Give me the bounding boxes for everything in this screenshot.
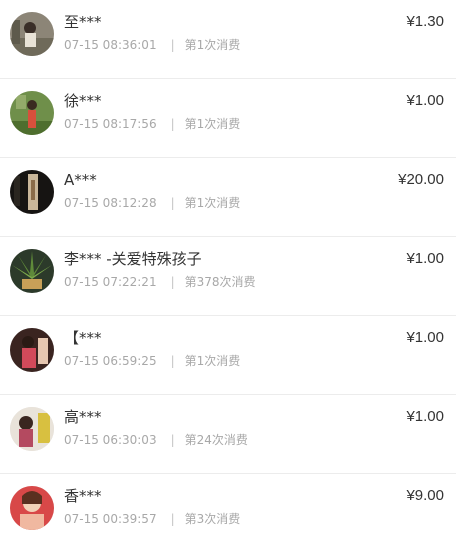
list-item[interactable]: 香*** 07-15 00:39:57 | 第3次消费 ¥9.00 [0,474,456,553]
purchase-count: 第1次消费 [184,117,241,131]
record-time: 07-15 08:17:56 [64,117,157,131]
meta-separator: | [170,38,175,52]
record-amount: ¥1.00 [406,92,444,109]
record-amount: ¥1.30 [406,13,444,30]
record-time: 07-15 08:36:01 [64,38,157,52]
avatar [10,407,54,451]
list-item[interactable]: 徐*** 07-15 08:17:56 | 第1次消费 ¥1.00 [0,79,456,158]
user-name: 香*** [64,487,102,505]
record-meta: 07-15 08:36:01 | 第1次消费 [64,37,240,53]
list-item[interactable]: 高*** 07-15 06:30:03 | 第24次消费 ¥1.00 [0,395,456,474]
meta-separator: | [170,354,175,368]
meta-separator: | [170,512,175,526]
list-item[interactable]: A*** 07-15 08:12:28 | 第1次消费 ¥20.00 [0,158,456,237]
record-time: 07-15 08:12:28 [64,196,157,210]
meta-separator: | [170,117,175,131]
record-meta: 07-15 08:17:56 | 第1次消费 [64,116,240,132]
purchase-count: 第3次消费 [184,512,241,526]
record-amount: ¥1.00 [406,329,444,346]
avatar [10,170,54,214]
user-name: 至*** [64,13,102,31]
purchase-count: 第1次消费 [184,38,241,52]
purchase-record-list: 至*** 07-15 08:36:01 | 第1次消费 ¥1.30 徐*** 07-… [0,0,456,538]
record-time: 07-15 00:39:57 [64,512,157,526]
avatar [10,12,54,56]
record-amount: ¥20.00 [398,171,444,188]
user-name: 李*** -关爱特殊孩子 [64,250,202,268]
avatar [10,328,54,372]
record-time: 07-15 06:30:03 [64,433,157,447]
list-item[interactable]: 至*** 07-15 08:36:01 | 第1次消费 ¥1.30 [0,0,456,79]
meta-separator: | [170,433,175,447]
purchase-count: 第378次消费 [184,275,256,289]
avatar [10,91,54,135]
record-meta: 07-15 06:59:25 | 第1次消费 [64,353,240,369]
meta-separator: | [170,196,175,210]
user-name: A*** [64,171,97,189]
record-meta: 07-15 07:22:21 | 第378次消费 [64,274,256,290]
list-item[interactable]: 【*** 07-15 06:59:25 | 第1次消费 ¥1.00 [0,316,456,395]
record-amount: ¥1.00 [406,250,444,267]
avatar [10,486,54,530]
purchase-count: 第24次消费 [184,433,248,447]
meta-separator: | [170,275,175,289]
purchase-count: 第1次消费 [184,196,241,210]
record-amount: ¥1.00 [406,408,444,425]
record-meta: 07-15 08:12:28 | 第1次消费 [64,195,240,211]
record-time: 07-15 06:59:25 [64,354,157,368]
purchase-count: 第1次消费 [184,354,241,368]
avatar [10,249,54,293]
record-time: 07-15 07:22:21 [64,275,157,289]
user-name: 【*** [64,329,102,347]
user-name: 徐*** [64,92,102,110]
record-amount: ¥9.00 [406,487,444,504]
record-meta: 07-15 00:39:57 | 第3次消费 [64,511,240,527]
list-item[interactable]: 李*** -关爱特殊孩子 07-15 07:22:21 | 第378次消费 ¥1.0… [0,237,456,316]
record-meta: 07-15 06:30:03 | 第24次消费 [64,432,248,448]
user-name: 高*** [64,408,102,426]
